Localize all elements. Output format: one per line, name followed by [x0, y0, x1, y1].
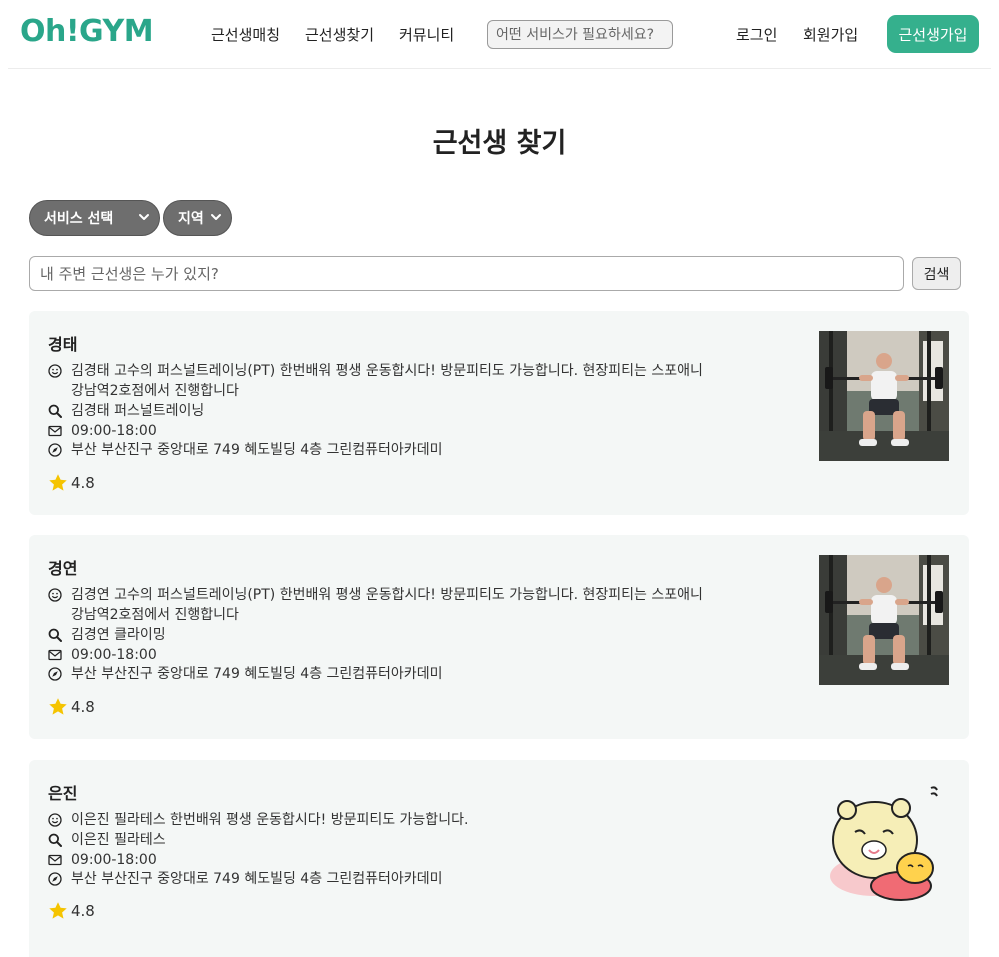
compass-icon — [48, 667, 62, 681]
trainer-intro: 김경태 고수의 퍼스널트레이닝(PT) 한번배워 평생 운동합시다! 방문피티도… — [71, 363, 703, 399]
chevron-down-icon — [211, 214, 221, 220]
trainer-hours: 09:00-18:00 — [71, 647, 157, 663]
trainer-signup-button[interactable]: 근선생가입 — [887, 15, 979, 53]
trainer-hours-row: 09:00-18:00 — [48, 850, 711, 870]
trainer-intro-row: 김경태 고수의 퍼스널트레이닝(PT) 한번배워 평생 운동합시다! 방문피티도… — [48, 361, 711, 401]
logo[interactable]: Oh!GYM — [20, 14, 154, 49]
trainer-address: 부산 부산진구 중앙대로 749 혜도빌딩 4층 그린컴퓨터아카데미 — [71, 871, 443, 887]
trainer-intro: 김경연 고수의 퍼스널트레이닝(PT) 한번배워 평생 운동합시다! 방문피티도… — [71, 587, 703, 623]
trainer-intro-row: 김경연 고수의 퍼스널트레이닝(PT) 한번배워 평생 운동합시다! 방문피티도… — [48, 585, 711, 625]
login-link[interactable]: 로그인 — [736, 24, 777, 45]
header: Oh!GYM 근선생매칭 근선생찾기 커뮤니티 로그인 회원가입 근선생가입 — [0, 0, 999, 69]
trainer-service-row: 이은진 필라테스 — [48, 830, 711, 850]
trainer-intro: 이은진 필라테스 한번배워 평생 운동합시다! 방문피티도 가능합니다. — [71, 812, 469, 828]
trainer-service: 김경태 퍼스널트레이닝 — [71, 403, 205, 419]
mail-icon — [48, 648, 62, 662]
trainer-hours: 09:00-18:00 — [71, 423, 157, 439]
squat-photo[interactable] — [819, 555, 949, 685]
trainer-hours-row: 09:00-18:00 — [48, 421, 711, 441]
smile-icon — [48, 813, 62, 827]
region-select-label: 지역 — [178, 211, 204, 227]
trainer-address-row: 부산 부산진구 중앙대로 749 혜도빌딩 4층 그린컴퓨터아카데미 — [48, 440, 711, 460]
header-divider — [8, 68, 991, 69]
header-search-input[interactable] — [487, 20, 673, 49]
nav-community[interactable]: 커뮤니티 — [399, 24, 454, 45]
trainer-service: 김경연 클라이밍 — [71, 627, 166, 643]
search-icon — [48, 404, 62, 418]
trainer-card[interactable]: 경태 김경태 고수의 퍼스널트레이닝(PT) 한번배워 평생 운동합시다! 방문… — [29, 311, 969, 515]
trainer-card[interactable]: 경연 김경연 고수의 퍼스널트레이닝(PT) 한번배워 평생 운동합시다! 방문… — [29, 535, 969, 739]
search-icon — [48, 833, 62, 847]
rating-value: 4.8 — [71, 698, 95, 716]
star-icon — [48, 901, 68, 921]
trainer-service: 이은진 필라테스 — [71, 832, 166, 848]
service-select[interactable]: 서비스 선택 — [29, 200, 160, 236]
mail-icon — [48, 853, 62, 867]
trainer-address-row: 부산 부산진구 중앙대로 749 혜도빌딩 4층 그린컴퓨터아카데미 — [48, 869, 711, 889]
trainer-name: 은진 — [48, 784, 78, 803]
trainer-name: 경태 — [48, 335, 78, 354]
trainer-card[interactable]: 은진 이은진 필라테스 한번배워 평생 운동합시다! 방문피티도 가능합니다. … — [29, 760, 969, 957]
trainer-search-input[interactable] — [29, 256, 904, 291]
compass-icon — [48, 443, 62, 457]
region-select[interactable]: 지역 — [163, 200, 232, 236]
compass-icon — [48, 872, 62, 886]
squat-photo[interactable] — [819, 331, 949, 461]
trainer-address: 부산 부산진구 중앙대로 749 혜도빌딩 4층 그린컴퓨터아카데미 — [71, 442, 443, 458]
signup-link[interactable]: 회원가입 — [803, 24, 858, 45]
cartoon-illustration[interactable] — [819, 780, 949, 910]
smile-icon — [48, 364, 62, 378]
search-button[interactable]: 검색 — [912, 257, 961, 290]
mail-icon — [48, 424, 62, 438]
smile-icon — [48, 588, 62, 602]
star-icon — [48, 697, 68, 717]
page-title: 근선생 찾기 — [432, 128, 567, 159]
search-icon — [48, 628, 62, 642]
trainer-address: 부산 부산진구 중앙대로 749 혜도빌딩 4층 그린컴퓨터아카데미 — [71, 666, 443, 682]
trainer-service-row: 김경연 클라이밍 — [48, 625, 711, 645]
rating-value: 4.8 — [71, 474, 95, 492]
trainer-rating: 4.8 — [48, 901, 95, 921]
trainer-service-row: 김경태 퍼스널트레이닝 — [48, 401, 711, 421]
chevron-down-icon — [139, 214, 149, 220]
trainer-rating: 4.8 — [48, 697, 95, 717]
rating-value: 4.8 — [71, 902, 95, 920]
trainer-intro-row: 이은진 필라테스 한번배워 평생 운동합시다! 방문피티도 가능합니다. — [48, 810, 711, 830]
trainer-address-row: 부산 부산진구 중앙대로 749 혜도빌딩 4층 그린컴퓨터아카데미 — [48, 664, 711, 684]
nav-trainer-matching[interactable]: 근선생매칭 — [211, 24, 280, 45]
service-select-label: 서비스 선택 — [44, 211, 114, 227]
trainer-name: 경연 — [48, 559, 78, 578]
trainer-rating: 4.8 — [48, 473, 95, 493]
trainer-hours-row: 09:00-18:00 — [48, 645, 711, 665]
star-icon — [48, 473, 68, 493]
trainer-hours: 09:00-18:00 — [71, 852, 157, 868]
nav-find-trainer[interactable]: 근선생찾기 — [305, 24, 374, 45]
